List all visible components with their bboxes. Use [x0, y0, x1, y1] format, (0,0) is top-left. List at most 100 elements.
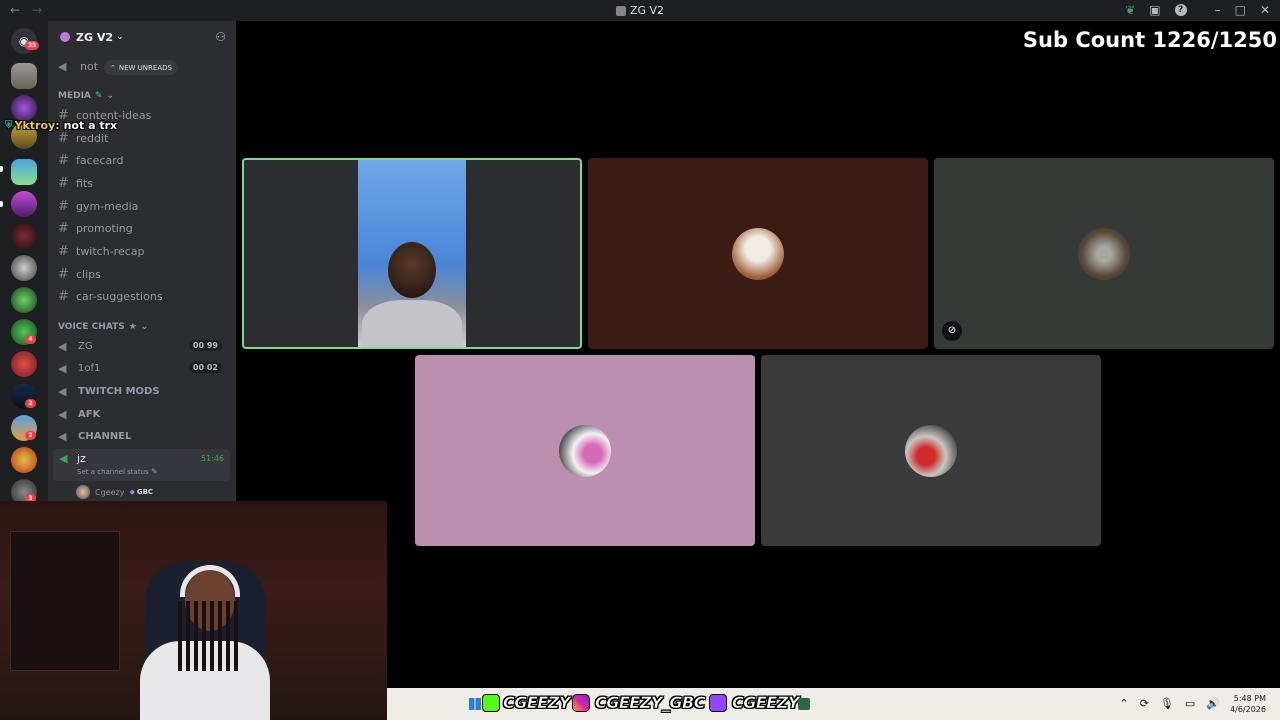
server-icon[interactable] — [11, 351, 37, 377]
server-icon[interactable] — [11, 255, 37, 281]
server-icon[interactable] — [11, 223, 37, 249]
camera-feed — [358, 160, 466, 347]
voice-channel-twitch-mods[interactable]: ◀ TWITCH MODS — [58, 381, 228, 401]
server-icon[interactable] — [11, 95, 37, 121]
guild-tag: GBC — [136, 488, 154, 496]
channel-name: CHANNEL — [78, 430, 132, 442]
channel-name: car-suggestions — [76, 289, 163, 303]
notification-badge: 2 — [25, 431, 36, 440]
app-icon[interactable] — [798, 698, 810, 710]
channel-name: gym-media — [76, 199, 139, 213]
network-icon[interactable]: ▭ — [1185, 697, 1195, 710]
kick-icon — [482, 694, 500, 712]
clock-date: 4/6/2026 — [1230, 705, 1266, 714]
mod-shield-icon: ⛨ — [5, 120, 13, 131]
member-name: Cgeezy — [95, 487, 125, 497]
channel-name: fits — [76, 176, 93, 190]
volume-icon[interactable]: 🔊 — [1206, 697, 1220, 710]
user-limit: 99 — [206, 341, 218, 350]
notification-badge: 4 — [25, 335, 36, 344]
voice-channel-afk[interactable]: ◀ AFK — [58, 404, 228, 424]
channel-name: twitch-recap — [76, 244, 145, 258]
channel-twitch-recap[interactable]: # twitch-recap — [58, 241, 145, 261]
server-icon[interactable] — [11, 191, 37, 217]
taskbar: CGEEZY CGEEZY_GBC CGEEZY ⌃ ⟳ 🎙 ▭ 🔊 5:48 … — [387, 688, 1280, 720]
channel-name: reddit — [76, 131, 109, 145]
chevron-up-icon: ⌃ — [110, 63, 116, 72]
title-bar: ← → ZG V2 ❦ ▣ ? – □ ✕ — [0, 0, 1280, 21]
windows-start-icon[interactable] — [469, 698, 481, 710]
channel-fits[interactable]: # fits — [58, 173, 93, 193]
notification-badge: 2 — [25, 399, 36, 408]
minimize-icon[interactable]: – — [1215, 3, 1221, 17]
chevron-up-icon[interactable]: ⌃ — [1119, 697, 1128, 710]
category-media[interactable]: MEDIA ✎ ⌄ — [58, 91, 114, 101]
server-icon[interactable] — [11, 447, 37, 473]
user-count: 00 — [192, 341, 205, 350]
new-unreads-pill[interactable]: ⌃ NEW UNREADS — [104, 60, 178, 75]
add-member-icon[interactable]: ⚇ — [215, 30, 226, 44]
hash-icon: # — [58, 243, 69, 259]
channel-car-suggestions[interactable]: # car-suggestions — [58, 286, 163, 306]
channel-name: ZG — [78, 340, 93, 352]
instagram-handle: CGEEZY_GBC — [595, 693, 706, 713]
leaf-icon[interactable]: ❦ — [1125, 3, 1135, 17]
pencil-icon[interactable]: ✎ — [151, 467, 158, 476]
user-count: 00 — [192, 363, 205, 372]
twitch-icon — [709, 694, 727, 712]
back-arrow-icon[interactable]: ← — [10, 3, 20, 17]
server-icon[interactable] — [11, 159, 37, 185]
channel-name: TWITCH MODS — [78, 385, 160, 397]
channel-status[interactable]: Set a channel status — [77, 468, 149, 476]
clock[interactable]: 5:48 PM 4/6/2026 — [1230, 693, 1266, 715]
category-voice-chats[interactable]: VOICE CHATS ★ ⌄ — [58, 322, 148, 332]
sync-icon[interactable]: ⟳ — [1140, 697, 1149, 710]
video-tile[interactable] — [761, 355, 1101, 546]
channel-clips[interactable]: # clips — [58, 264, 101, 284]
window-title: ZG V2 — [629, 4, 665, 17]
channel-name: AFK — [78, 408, 101, 420]
speaker-icon: ◀ — [58, 429, 67, 443]
user-avatar — [732, 228, 784, 280]
help-icon[interactable]: ? — [1174, 4, 1187, 16]
video-tile[interactable] — [588, 158, 928, 349]
channel-facecard[interactable]: # facecard — [58, 150, 124, 170]
hash-icon: # — [58, 152, 69, 168]
server-header[interactable]: ZG V2 ⌄ ⚇ — [48, 21, 236, 53]
server-icon[interactable] — [11, 287, 37, 313]
channel-gym-media[interactable]: # gym-media — [58, 196, 138, 216]
streamer-webcam — [0, 501, 387, 720]
video-tile[interactable]: ⊘ — [934, 158, 1274, 349]
user-avatar — [559, 425, 611, 477]
channel-name: jz — [77, 452, 86, 465]
unread-indicator — [0, 166, 3, 172]
inbox-icon[interactable]: ▣ — [1149, 3, 1160, 17]
video-tile[interactable] — [415, 355, 755, 546]
maximize-icon[interactable]: □ — [1235, 3, 1246, 17]
server-icon[interactable] — [11, 63, 37, 89]
voice-channel-channel[interactable]: ◀ CHANNEL — [58, 426, 228, 446]
microphone-icon[interactable]: 🎙 — [1160, 697, 1174, 710]
system-tray: ⌃ ⟳ 🎙 ▭ 🔊 — [1119, 697, 1220, 710]
hash-icon: # — [58, 220, 69, 236]
voice-member[interactable]: Cgeezy ◆ GBC — [76, 484, 153, 500]
active-voice-channel[interactable]: ◀ jz 51:46 Set a channel status ✎ — [53, 449, 230, 481]
channel-promoting[interactable]: # promoting — [58, 218, 133, 238]
twitch-handle: CGEEZY — [732, 693, 800, 713]
channel-announcements[interactable]: ◀ not — [58, 56, 98, 76]
channel-name: promoting — [76, 221, 133, 235]
channel-name: facecard — [76, 153, 124, 167]
channel-sidebar: ZG V2 ⌄ ⚇ ◀ not ⌃ NEW UNREADS MEDIA ✎ ⌄ … — [48, 21, 236, 501]
notification-badge: 35 — [25, 41, 39, 50]
speaker-icon: ◀ — [58, 339, 67, 353]
hash-icon: # — [58, 198, 69, 214]
channel-name: 1of1 — [78, 362, 101, 374]
forward-arrow-icon[interactable]: → — [32, 3, 42, 17]
close-icon[interactable]: ✕ — [1260, 3, 1270, 17]
video-tile-speaking[interactable] — [242, 158, 582, 349]
chevron-down-icon: ⌄ — [106, 91, 114, 101]
camera-off-icon: ⊘ — [942, 321, 962, 341]
chevron-down-icon: ⌄ — [116, 32, 124, 42]
voice-channel-zg[interactable]: ◀ ZG 00 99 — [58, 336, 228, 356]
voice-channel-1of1[interactable]: ◀ 1of1 00 02 — [58, 358, 228, 378]
